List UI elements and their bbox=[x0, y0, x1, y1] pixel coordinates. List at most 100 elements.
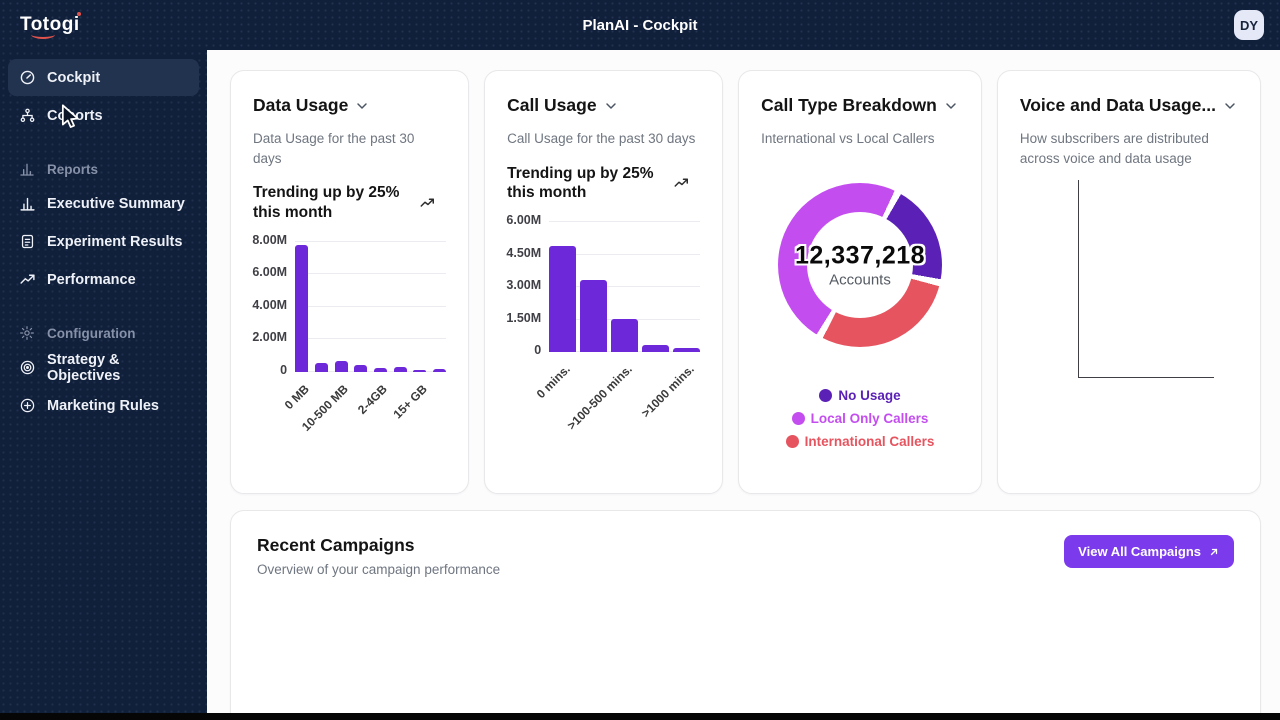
bar bbox=[611, 318, 639, 353]
kpi-cards-row: Data Usage Data Usage for the past 30 da… bbox=[207, 50, 1280, 494]
bar bbox=[549, 246, 577, 353]
donut-center: 12,337,218 Accounts bbox=[770, 241, 950, 288]
target-icon bbox=[19, 359, 36, 376]
call-usage-card: Call Usage Call Usage for the past 30 da… bbox=[484, 70, 724, 494]
y-axis-tick-label: 8.00M bbox=[252, 232, 288, 247]
totogi-logo-dot bbox=[76, 12, 81, 16]
gear-icon bbox=[19, 325, 36, 342]
trending-up-icon bbox=[420, 198, 434, 207]
sidebar-item-executive-summary[interactable]: Executive Summary bbox=[8, 185, 199, 222]
data-usage-card-title: Data Usage bbox=[253, 95, 349, 115]
donut-legend: No Usage Local Only Callers International … bbox=[761, 385, 959, 453]
trend-icon bbox=[19, 271, 36, 288]
bar bbox=[642, 344, 670, 353]
x-axis-tick-label: 2-4GB bbox=[355, 381, 391, 417]
call-usage-card-title: Call Usage bbox=[507, 95, 597, 115]
bar bbox=[673, 347, 701, 353]
call-type-donut-chart: 12,337,218 Accounts bbox=[778, 182, 942, 347]
page-title: PlanAI - Cockpit bbox=[582, 16, 698, 34]
x-axis-tick-label: >100-500 mins. bbox=[564, 362, 635, 433]
sidebar-item-label: Cohorts bbox=[47, 107, 103, 124]
accounts-total-label: Accounts bbox=[829, 271, 891, 289]
sidebar-item-cockpit[interactable]: Cockpit bbox=[8, 59, 199, 96]
bar bbox=[334, 361, 348, 372]
accounts-total-value: 12,337,218 bbox=[794, 241, 926, 270]
voice-data-usage-card: Voice and Data Usage... How subscribers … bbox=[996, 70, 1261, 494]
y-axis-tick-label: 6.00M bbox=[506, 213, 542, 228]
legend-label: Local Only Callers bbox=[810, 410, 929, 426]
bar bbox=[314, 362, 328, 372]
view-all-campaigns-button[interactable]: View All Campaigns bbox=[1064, 535, 1234, 568]
legend-dot bbox=[785, 435, 799, 449]
bar bbox=[354, 364, 368, 372]
legend-item: International Callers bbox=[785, 431, 935, 453]
data-usage-trend-text: Trending up by 25% this month bbox=[253, 184, 400, 221]
sidebar-item-performance[interactable]: Performance bbox=[8, 261, 199, 298]
legend-item: No Usage bbox=[819, 385, 901, 407]
bar bbox=[393, 367, 407, 372]
bottom-black-bar bbox=[0, 713, 1280, 720]
x-axis-tick-label: >1000 mins. bbox=[638, 362, 697, 421]
bar-chart-icon bbox=[19, 195, 36, 212]
chevron-down-icon[interactable] bbox=[354, 98, 370, 114]
call-usage-bar-chart: 00 mins. >100-500 mins. >1000 mins. 1.50M 3.… bbox=[506, 213, 701, 437]
y-axis-tick-label: 4.50M bbox=[506, 245, 542, 260]
view-all-campaigns-label: View All Campaigns bbox=[1078, 544, 1201, 559]
gridline bbox=[549, 221, 701, 223]
sidebar-item-label: Strategy & Objectives bbox=[47, 351, 121, 384]
sidebar-item-strategy-objectives[interactable]: Strategy & Objectives bbox=[8, 349, 199, 386]
plot-area: 0 MB 10-500 MB 2-4GB 15+ GB bbox=[281, 240, 447, 434]
y-axis-tick-label: 0 bbox=[280, 362, 288, 377]
sidebar-section-configuration: Configuration bbox=[8, 318, 199, 348]
y-axis-tick-label: 6.00M bbox=[252, 265, 288, 280]
x-axis-tick-label: 0 MB bbox=[281, 381, 312, 413]
bar bbox=[413, 369, 427, 372]
trending-up-icon bbox=[674, 178, 689, 187]
bar bbox=[295, 245, 309, 372]
call-type-card-title: Call Type Breakdown bbox=[761, 95, 937, 115]
sidebar-item-label: Cockpit bbox=[47, 69, 101, 86]
gauge-icon bbox=[19, 69, 36, 86]
plot-area: 0 mins. >100-500 mins. >1000 mins. bbox=[533, 221, 701, 433]
sidebar-item-label: Experiment Results bbox=[47, 233, 183, 250]
sidebar-item-label: Configuration bbox=[47, 325, 136, 341]
user-avatar[interactable]: DY bbox=[1234, 10, 1264, 40]
topbar: Totogi PlanAI - Cockpit DY bbox=[0, 0, 1280, 50]
bar bbox=[433, 368, 447, 372]
data-usage-card-subtitle: Data Usage for the past 30 days bbox=[253, 131, 415, 166]
legend-dot bbox=[819, 389, 833, 403]
gridline bbox=[295, 240, 447, 242]
main-content: Data Usage Data Usage for the past 30 da… bbox=[207, 50, 1280, 720]
y-axis-tick-label: 3.00M bbox=[506, 278, 542, 293]
legend-dot bbox=[791, 412, 805, 426]
call-type-breakdown-card: Call Type Breakdown International vs Loc… bbox=[738, 70, 982, 494]
gridline bbox=[295, 338, 447, 340]
gridline bbox=[295, 273, 447, 275]
sidebar-item-marketing-rules[interactable]: Marketing Rules bbox=[8, 387, 199, 424]
chevron-down-icon[interactable] bbox=[1222, 98, 1238, 114]
x-axis-tick-label: 0 mins. bbox=[533, 362, 573, 402]
data-usage-card: Data Usage Data Usage for the past 30 da… bbox=[230, 70, 470, 494]
sidebar-item-cohorts[interactable]: Cohorts bbox=[8, 97, 199, 134]
data-usage-bar-chart: 00 MB 10-500 MB 2-4GB 15+ GB 2.00M 4.00M 6.00M… bbox=[252, 233, 447, 457]
bar-chart-icon bbox=[19, 161, 36, 178]
legend-item: Local Only Callers bbox=[791, 408, 929, 430]
y-axis-tick-label: 2.00M bbox=[252, 330, 288, 345]
sidebar-item-experiment-results[interactable]: Experiment Results bbox=[8, 223, 199, 260]
chevron-down-icon[interactable] bbox=[603, 98, 619, 114]
legend-label: No Usage bbox=[838, 387, 901, 403]
arrow-up-right-icon bbox=[1210, 548, 1218, 555]
call-usage-card-subtitle: Call Usage for the past 30 days bbox=[507, 131, 696, 146]
voice-data-bubble-chart bbox=[1020, 180, 1238, 450]
chevron-down-icon[interactable] bbox=[943, 98, 959, 114]
gridline bbox=[295, 305, 447, 307]
sidebar-section-reports: Reports bbox=[8, 154, 199, 184]
bar bbox=[373, 367, 387, 372]
sidebar-item-label: Performance bbox=[47, 271, 136, 288]
call-usage-trend-text: Trending up by 25% this month bbox=[507, 164, 654, 201]
voice-data-card-title: Voice and Data Usage... bbox=[1019, 95, 1216, 115]
recent-campaigns-section: Recent Campaigns Overview of your campai… bbox=[230, 510, 1261, 720]
legend-label: International Callers bbox=[804, 433, 935, 449]
sidebar-item-label: Marketing Rules bbox=[47, 397, 159, 414]
sidebar: Cockpit Cohorts Reports Executive Summary Ex… bbox=[0, 50, 207, 720]
